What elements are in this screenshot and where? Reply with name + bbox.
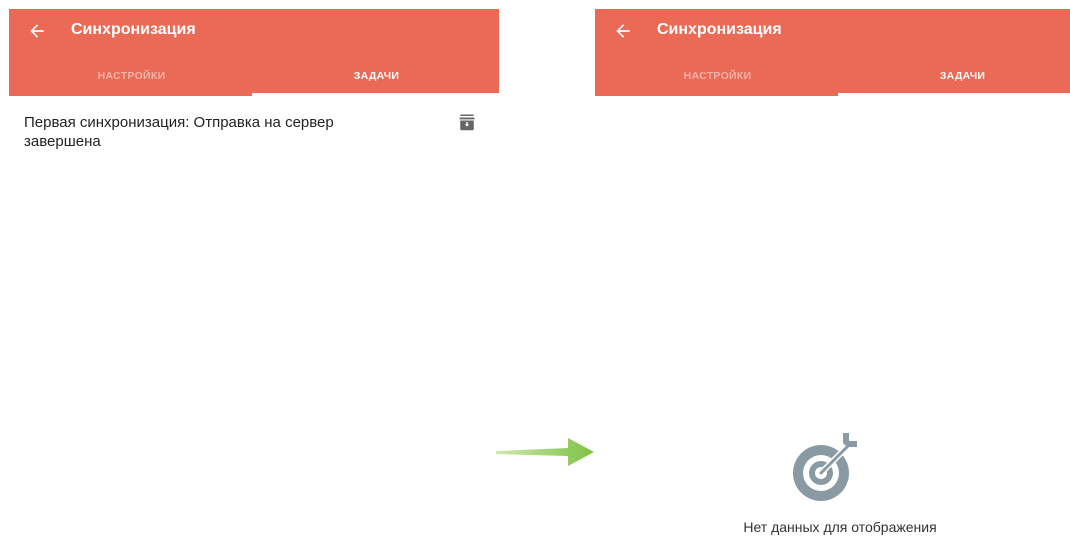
screen-title: Синхронизация <box>71 21 196 38</box>
app-bar: Синхронизация НАСТРОЙКИ ЗАДАЧИ <box>9 9 499 96</box>
tab-tasks[interactable]: ЗАДАЧИ <box>254 65 499 96</box>
target-icon <box>793 433 857 501</box>
tab-tasks[interactable]: ЗАДАЧИ <box>840 65 1070 96</box>
right-arrow-icon <box>496 438 594 466</box>
tab-settings[interactable]: НАСТРОЙКИ <box>595 65 840 96</box>
back-arrow-icon[interactable] <box>27 21 47 41</box>
tab-indicator <box>252 93 499 96</box>
left-screen: Синхронизация НАСТРОЙКИ ЗАДАЧИ Первая си… <box>9 9 499 541</box>
screen-title: Синхронизация <box>657 21 782 38</box>
empty-message: Нет данных для отображения <box>743 519 937 535</box>
right-screen: Синхронизация НАСТРОЙКИ ЗАДАЧИ Нет данны… <box>595 9 1070 541</box>
tab-bar: НАСТРОЙКИ ЗАДАЧИ <box>595 65 1070 96</box>
tab-indicator <box>838 93 1070 96</box>
tab-bar: НАСТРОЙКИ ЗАДАЧИ <box>9 65 499 96</box>
app-bar: Синхронизация НАСТРОЙКИ ЗАДАЧИ <box>595 9 1070 96</box>
back-arrow-icon[interactable] <box>613 21 633 41</box>
archive-icon[interactable] <box>458 113 476 131</box>
tab-settings[interactable]: НАСТРОЙКИ <box>9 65 254 96</box>
task-item[interactable]: Первая синхронизация: Отправка на сервер… <box>24 113 404 151</box>
